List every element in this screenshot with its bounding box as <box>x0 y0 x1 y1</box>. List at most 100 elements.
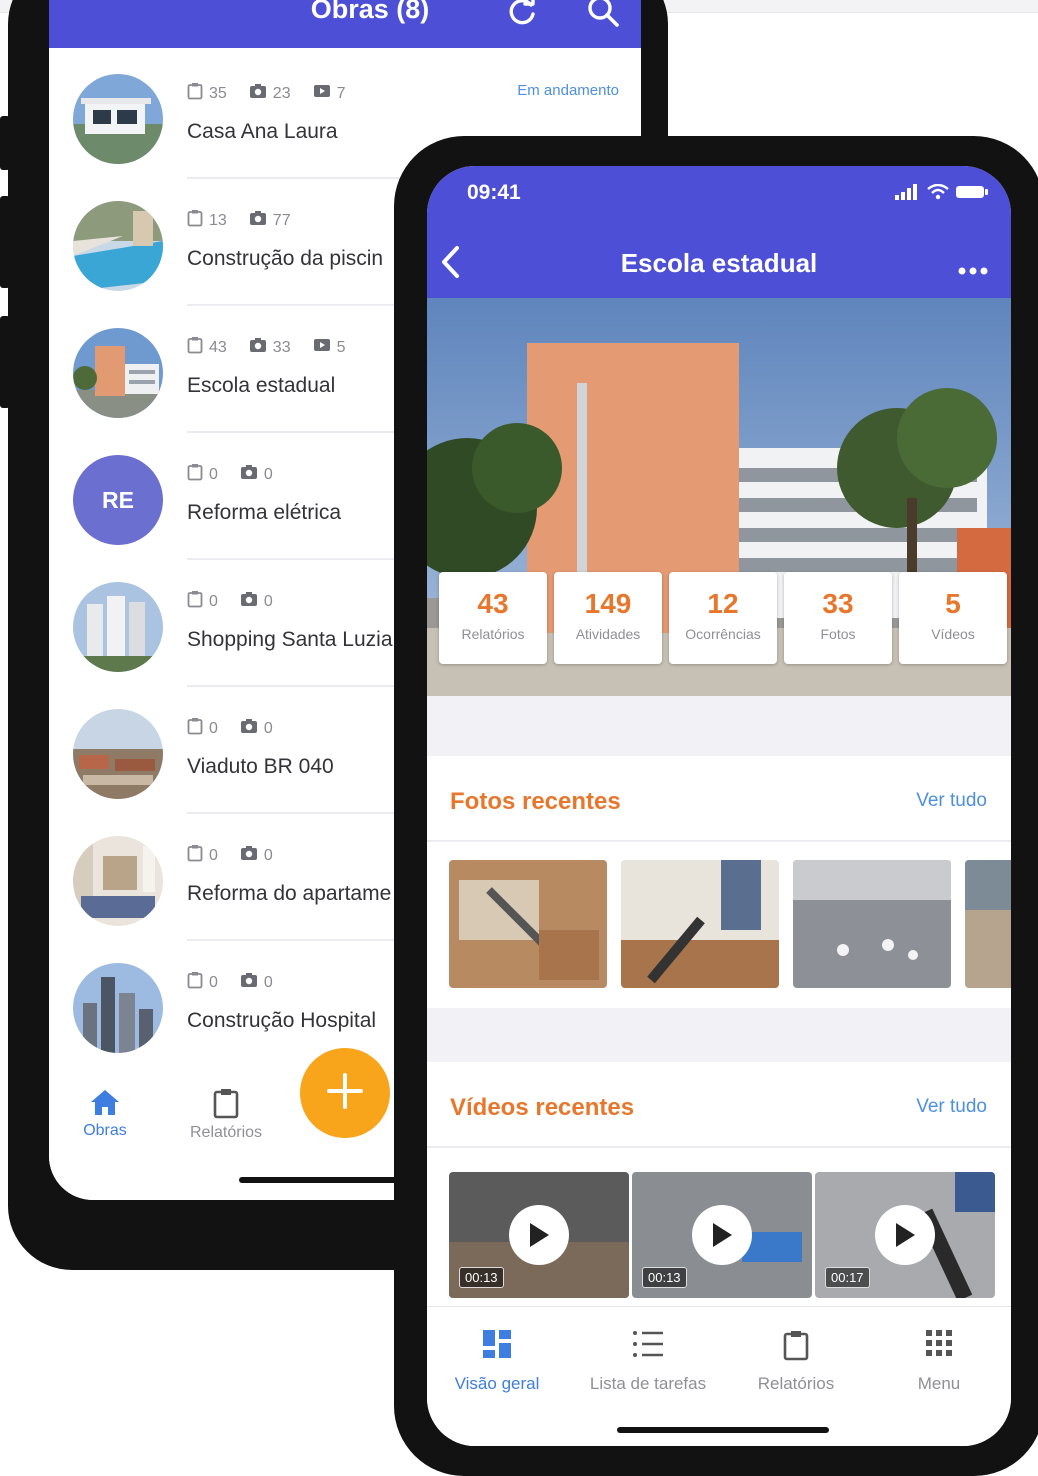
city-photo <box>73 709 163 799</box>
side-button <box>0 116 10 170</box>
video-icon <box>313 337 331 358</box>
obra-detail-screen: 09:41 Escola estadual 43 Relatórios 149 … <box>427 166 1011 1446</box>
page-title: Escola estadual <box>620 248 818 278</box>
skyline-photo <box>73 963 163 1053</box>
camera-icon <box>249 337 267 358</box>
obra-stats: 35 23 7 <box>187 82 368 105</box>
front-phone-frame: 09:41 Escola estadual 43 Relatórios 149 … <box>394 136 1038 1476</box>
video-thumbnail[interactable]: 00:13 <box>449 1172 629 1298</box>
video-duration: 00:17 <box>825 1267 870 1288</box>
obra-name: Construção da piscin <box>187 247 384 270</box>
obra-name: Shopping Santa Luzia <box>187 628 393 651</box>
search-icon[interactable] <box>586 0 620 33</box>
obra-name: Reforma do apartame <box>187 882 392 905</box>
camera-icon <box>240 718 258 739</box>
add-obra-button[interactable] <box>300 1048 390 1138</box>
camera-icon <box>240 845 258 866</box>
video-duration: 00:13 <box>642 1267 687 1288</box>
status-time: 09:41 <box>467 181 521 204</box>
obra-stats: 0 0 <box>187 844 295 867</box>
camera-icon <box>240 464 258 485</box>
ver-tudo-link[interactable]: Ver tudo <box>916 790 987 812</box>
clipboard-icon <box>187 590 203 613</box>
status-icons <box>895 183 989 205</box>
tab-relatorios[interactable]: Relatórios <box>179 1087 273 1142</box>
signal-icon <box>895 184 921 205</box>
obras-header: Obras (8) <box>49 0 641 48</box>
kpi-card-ocorrencias[interactable]: 12 Ocorrências <box>669 572 777 664</box>
photo-thumbnail[interactable] <box>449 860 607 988</box>
photo-thumbnail[interactable] <box>621 860 779 988</box>
camera-icon <box>249 83 267 104</box>
battery-icon <box>955 184 989 205</box>
side-button <box>0 196 10 288</box>
camera-icon <box>240 591 258 612</box>
kpi-card-atividades[interactable]: 149 Atividades <box>554 572 662 664</box>
tab-lista-de-tarefas[interactable]: Lista de tarefas <box>573 1329 723 1394</box>
towers-photo <box>73 582 163 672</box>
video-duration: 00:13 <box>459 1267 504 1288</box>
clipboard-icon <box>187 844 203 867</box>
obra-name: Casa Ana Laura <box>187 120 338 143</box>
clipboard-icon <box>187 209 203 232</box>
kpi-card-relatorios[interactable]: 43 Relatórios <box>439 572 547 664</box>
bottom-tab-bar: Visão geral Lista de tarefas Relatórios … <box>427 1306 1011 1446</box>
clipboard-icon <box>187 971 203 994</box>
house-photo <box>73 74 163 164</box>
clipboard-icon <box>187 82 203 105</box>
divider <box>427 1146 1011 1148</box>
kpi-card-fotos[interactable]: 33 Fotos <box>784 572 892 664</box>
clipboard-icon <box>781 1331 811 1365</box>
obra-name: Viaduto BR 040 <box>187 755 334 778</box>
kpi-card-videos[interactable]: 5 Vídeos <box>899 572 1007 664</box>
school-photo <box>73 328 163 418</box>
obra-stats: 0 0 <box>187 590 295 613</box>
tab-relatorios[interactable]: Relatórios <box>743 1329 849 1394</box>
video-thumbnail[interactable]: 00:13 <box>632 1172 812 1298</box>
clipboard-icon <box>187 336 203 359</box>
page-title: Obras (8) <box>310 0 430 24</box>
obra-stats: 43 33 5 <box>187 336 368 359</box>
divider <box>427 840 1011 842</box>
pool-photo <box>73 201 163 291</box>
photo-thumbnail[interactable] <box>965 860 1011 988</box>
obra-name: Escola estadual <box>187 374 336 397</box>
videos-section: Vídeos recentes Ver tudo 00:13 00:13 00:… <box>427 1062 1011 1306</box>
camera-icon <box>240 972 258 993</box>
obra-name: Construção Hospital <box>187 1009 377 1032</box>
home-icon <box>89 1090 121 1121</box>
status-badge: Em andamento <box>517 82 619 99</box>
photos-section: Fotos recentes Ver tudo <box>427 756 1011 1008</box>
obra-stats: 0 0 <box>187 971 295 994</box>
photo-thumbnail[interactable] <box>793 860 951 988</box>
dashboard-icon <box>482 1330 512 1363</box>
obra-name: Reforma elétrica <box>187 501 342 524</box>
refresh-icon[interactable] <box>505 0 539 33</box>
section-title: Vídeos recentes <box>450 1094 635 1121</box>
avatar: RE <box>73 455 163 545</box>
obra-stats: 13 77 <box>187 209 313 232</box>
video-icon <box>313 83 331 104</box>
room-photo <box>73 836 163 926</box>
obra-stats: 0 0 <box>187 463 295 486</box>
camera-icon <box>249 210 267 231</box>
tab-menu[interactable]: Menu <box>899 1329 979 1394</box>
more-icon[interactable] <box>957 252 989 283</box>
ver-tudo-link[interactable]: Ver tudo <box>916 1096 987 1118</box>
detail-header: 09:41 Escola estadual <box>427 166 1011 298</box>
side-button <box>0 316 10 408</box>
list-icon <box>632 1331 664 1363</box>
play-icon <box>875 1205 935 1265</box>
grid-icon <box>925 1330 953 1361</box>
tab-obras[interactable]: Obras <box>75 1087 135 1140</box>
clipboard-icon <box>187 717 203 740</box>
tab-visao-geral[interactable]: Visão geral <box>445 1329 549 1394</box>
home-indicator <box>617 1427 829 1433</box>
wifi-icon <box>927 183 949 205</box>
plus-icon <box>325 1071 365 1116</box>
section-title: Fotos recentes <box>450 788 621 815</box>
clipboard-icon <box>187 463 203 486</box>
obra-stats: 0 0 <box>187 717 295 740</box>
kpi-row: 43 Relatórios 149 Atividades 12 Ocorrências… <box>439 572 1007 664</box>
video-thumbnail[interactable]: 00:17 <box>815 1172 995 1298</box>
